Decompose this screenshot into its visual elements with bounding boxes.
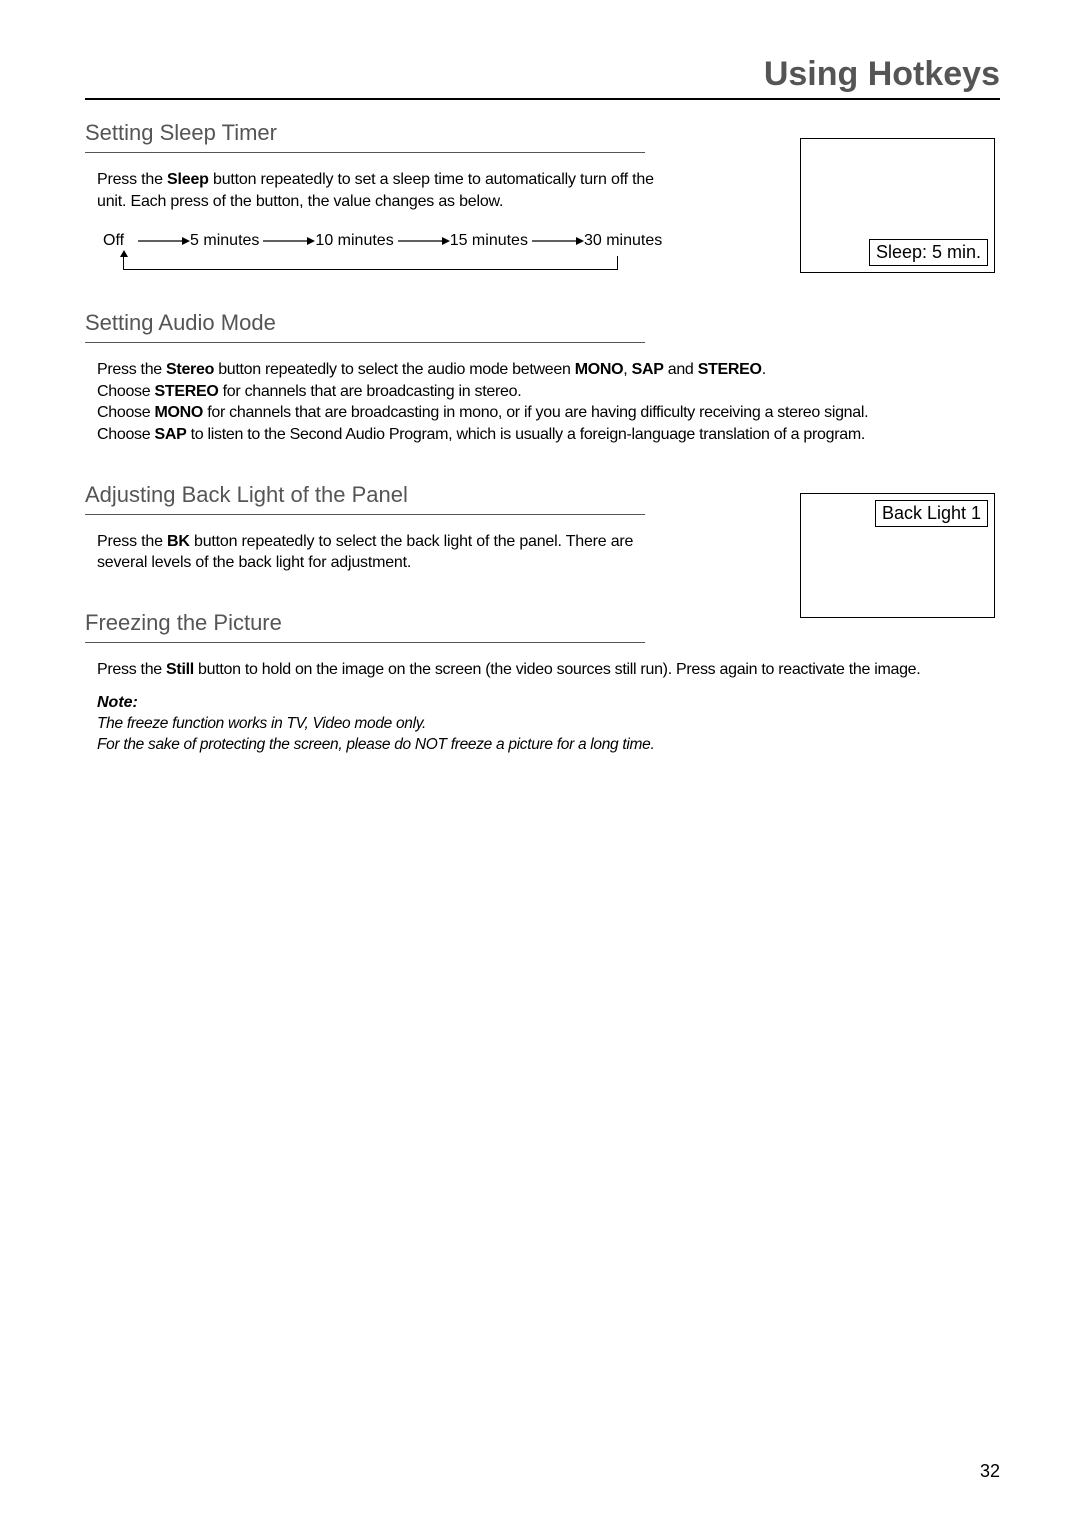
text: Press the: [97, 171, 167, 188]
sleep-flow-diagram: Off 5 minutes 10 minutes 15 minutes 30 m…: [103, 232, 663, 270]
page-number: 32: [980, 1461, 1000, 1482]
arrow-right-icon: [528, 236, 584, 246]
text: button repeatedly to select the audio mo…: [214, 361, 575, 378]
osd-backlight-label: Back Light 1: [875, 500, 988, 527]
osd-sleep-box: Sleep: 5 min.: [800, 138, 995, 273]
text-bold: MONO: [155, 404, 204, 421]
osd-backlight-box: Back Light 1: [800, 493, 995, 618]
page-title-rule: Using Hotkeys: [85, 55, 1000, 100]
flow-item: 5 minutes: [190, 232, 259, 250]
text-bold: STEREO: [698, 361, 762, 378]
arrow-right-icon: [259, 236, 315, 246]
section-freeze: Freezing the Picture Press the Still but…: [85, 610, 1000, 756]
arrow-up-icon: [120, 250, 128, 257]
text: Choose: [97, 383, 155, 400]
text: .: [762, 361, 766, 378]
text: Choose: [97, 404, 155, 421]
osd-sleep-label: Sleep: 5 min.: [869, 239, 988, 266]
arrow-right-icon: [124, 236, 190, 246]
text: ,: [623, 361, 631, 378]
body-text: Press the Sleep button repeatedly to set…: [97, 169, 657, 212]
arrow-right-icon: [394, 236, 450, 246]
flow-item: Off: [103, 232, 124, 250]
text-line: Choose MONO for channels that are broadc…: [97, 402, 927, 424]
note-line: For the sake of protecting the screen, p…: [97, 735, 1000, 756]
text-bold: STEREO: [155, 383, 219, 400]
text-bold: Still: [166, 661, 194, 678]
section-heading: Setting Sleep Timer: [85, 120, 645, 153]
text-bold: MONO: [575, 361, 624, 378]
text: Press the: [97, 361, 166, 378]
section-heading: Adjusting Back Light of the Panel: [85, 482, 645, 515]
text-bold: BK: [167, 533, 190, 550]
note-label: Note:: [97, 694, 1000, 712]
flow-item: 15 minutes: [450, 232, 528, 250]
text-bold: Stereo: [166, 361, 214, 378]
note-line: The freeze function works in TV, Video m…: [97, 714, 1000, 735]
text-bold: SAP: [632, 361, 664, 378]
body-text: Press the Stereo button repeatedly to se…: [97, 359, 927, 445]
text: button to hold on the image on the scree…: [194, 661, 921, 678]
note-body: The freeze function works in TV, Video m…: [97, 714, 1000, 756]
section-audio-mode: Setting Audio Mode Press the Stereo butt…: [85, 310, 1000, 445]
text-line: Choose STEREO for channels that are broa…: [97, 381, 927, 403]
text-line: Choose SAP to listen to the Second Audio…: [97, 424, 927, 446]
text: to listen to the Second Audio Program, w…: [187, 426, 866, 443]
flow-item: 30 minutes: [584, 232, 662, 250]
flow-loopback: [123, 256, 618, 270]
text: for channels that are broadcasting in mo…: [203, 404, 868, 421]
section-heading: Setting Audio Mode: [85, 310, 645, 343]
page: Using Hotkeys Sleep: 5 min. Back Light 1…: [0, 0, 1080, 1522]
body-text: Press the Still button to hold on the im…: [97, 659, 927, 681]
page-title: Using Hotkeys: [764, 55, 1000, 93]
text-bold: SAP: [155, 426, 187, 443]
text-line: Press the Stereo button repeatedly to se…: [97, 359, 927, 381]
text: Press the: [97, 661, 166, 678]
body-text: Press the BK button repeatedly to select…: [97, 531, 657, 574]
text: and: [664, 361, 698, 378]
flow-row: Off 5 minutes 10 minutes 15 minutes 30 m…: [103, 232, 663, 250]
text: Press the: [97, 533, 167, 550]
section-heading: Freezing the Picture: [85, 610, 645, 643]
text-bold: Sleep: [167, 171, 209, 188]
text: for channels that are broadcasting in st…: [219, 383, 522, 400]
flow-item: 10 minutes: [315, 232, 393, 250]
text: Choose: [97, 426, 155, 443]
